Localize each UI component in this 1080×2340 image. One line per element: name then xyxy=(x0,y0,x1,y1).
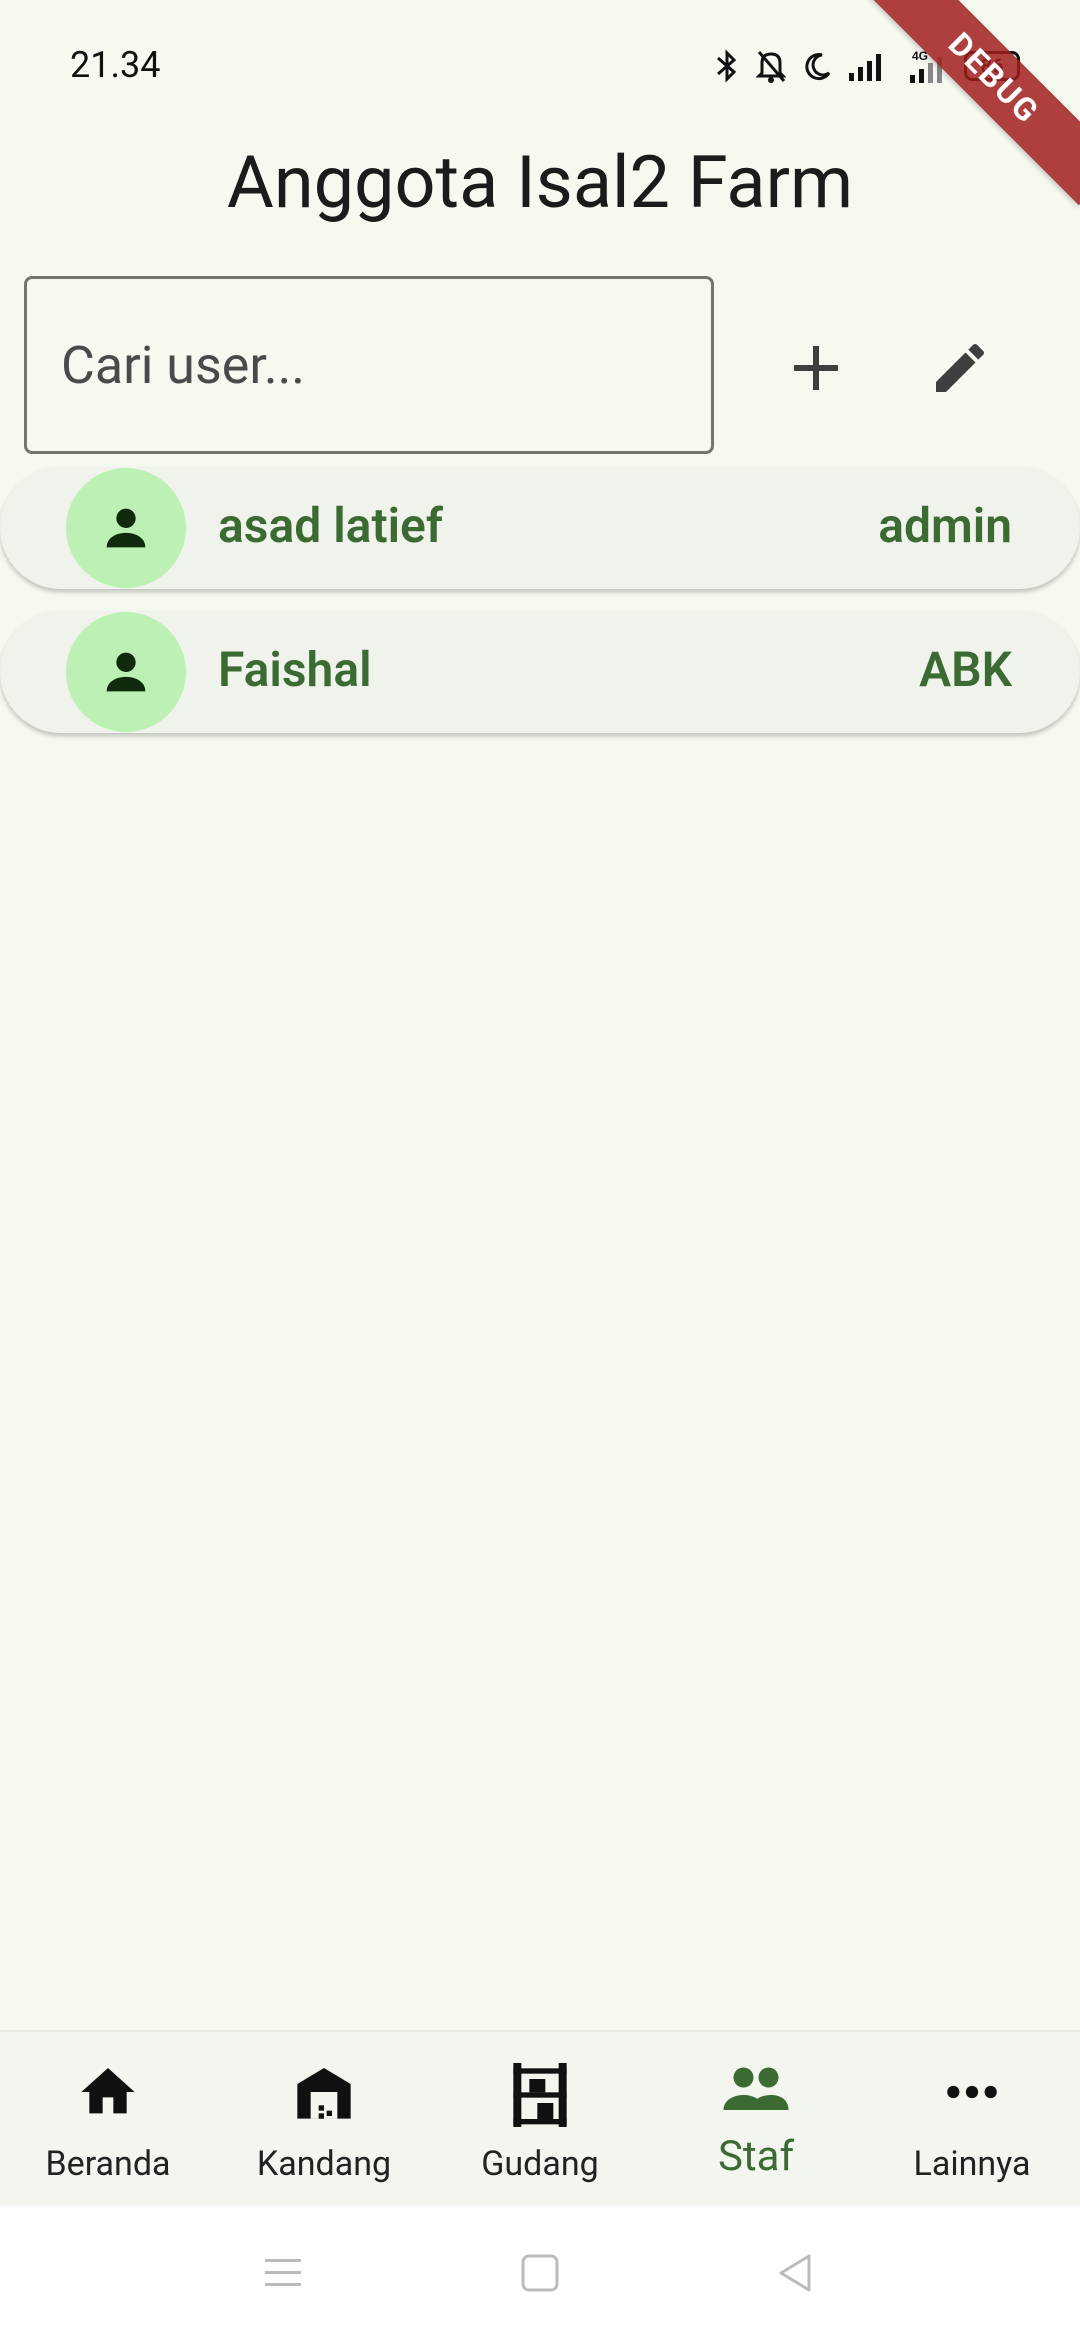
moon-icon xyxy=(802,51,832,81)
bottom-navigation: Beranda Kandang Gudang Staf Lainnya xyxy=(0,2030,1080,2208)
recent-apps-button[interactable] xyxy=(258,2248,308,2298)
back-triangle-icon xyxy=(779,2254,811,2292)
nav-label: Kandang xyxy=(256,2144,392,2184)
user-name: asad latief xyxy=(218,497,443,554)
avatar xyxy=(66,468,186,588)
nav-item-staf[interactable]: Staf xyxy=(648,2032,864,2208)
menu-lines-icon xyxy=(265,2259,301,2286)
pencil-icon xyxy=(936,343,985,392)
nav-label: Gudang xyxy=(481,2144,599,2184)
nav-label: Staf xyxy=(717,2132,795,2181)
system-navigation-bar xyxy=(0,2206,1080,2340)
person-icon xyxy=(106,652,146,692)
nav-item-lainnya[interactable]: Lainnya xyxy=(864,2032,1080,2208)
plus-icon xyxy=(794,346,838,390)
user-role: ABK xyxy=(919,641,1012,698)
bluetooth-icon xyxy=(714,48,740,84)
bell-off-icon xyxy=(756,49,786,83)
search-field[interactable] xyxy=(24,276,714,454)
home-button[interactable] xyxy=(515,2248,565,2298)
signal-icon xyxy=(848,51,888,81)
page-title: Anggota Isal2 Farm xyxy=(226,140,854,225)
warehouse-shelf-icon xyxy=(513,2063,567,2127)
nav-label: Lainnya xyxy=(913,2144,1031,2184)
home-icon xyxy=(81,2068,135,2114)
barn-icon xyxy=(297,2068,351,2119)
user-role: admin xyxy=(878,497,1012,554)
nav-item-beranda[interactable]: Beranda xyxy=(0,2032,216,2208)
list-item[interactable]: asad latief admin xyxy=(0,467,1080,589)
avatar xyxy=(66,612,186,732)
nav-item-kandang[interactable]: Kandang xyxy=(216,2032,432,2208)
back-button[interactable] xyxy=(770,2248,820,2298)
user-name: Faishal xyxy=(218,641,372,698)
status-time: 21.34 xyxy=(70,44,161,86)
people-icon xyxy=(723,2067,789,2110)
edit-button[interactable] xyxy=(912,320,1008,416)
list-item[interactable]: Faishal ABK xyxy=(0,611,1080,733)
nav-label: Beranda xyxy=(45,2144,171,2184)
square-icon xyxy=(521,2254,559,2292)
add-user-button[interactable] xyxy=(768,320,864,416)
more-horizontal-icon xyxy=(947,2085,997,2099)
person-icon xyxy=(106,508,146,548)
search-input[interactable] xyxy=(27,334,711,396)
nav-item-gudang[interactable]: Gudang xyxy=(432,2032,648,2208)
